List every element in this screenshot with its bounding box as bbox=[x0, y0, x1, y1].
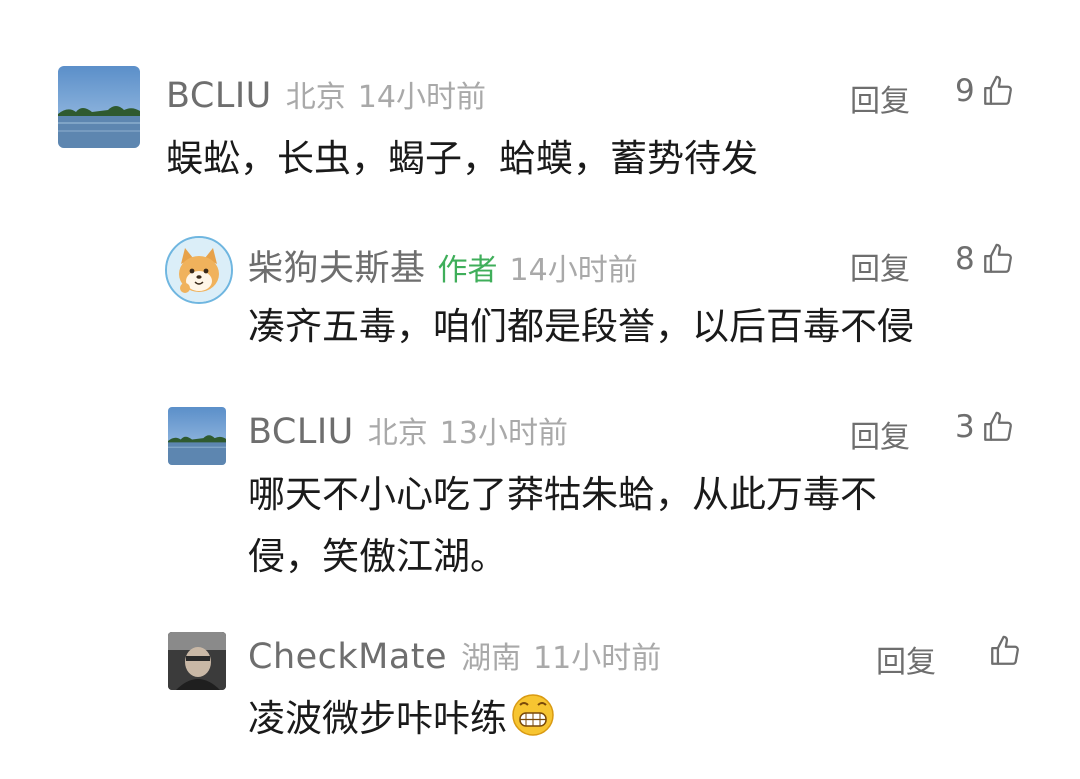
comment-text-line: 侵，笑傲江湖。 bbox=[248, 535, 507, 578]
avatar[interactable] bbox=[165, 236, 233, 304]
username[interactable]: CheckMate bbox=[248, 637, 447, 677]
comment-text-line: 哪天不小心吃了莽牯朱蛤，从此万毒不 bbox=[248, 473, 877, 516]
like-count: 9 bbox=[955, 73, 975, 109]
avatar[interactable] bbox=[168, 632, 226, 690]
like-button[interactable] bbox=[982, 634, 1022, 668]
person-photo-avatar-image bbox=[168, 632, 226, 690]
lake-avatar-image bbox=[58, 66, 140, 148]
grinning-face-emoji bbox=[512, 694, 554, 736]
thumbs-up-icon bbox=[991, 635, 1019, 665]
like-button[interactable]: 9 bbox=[955, 73, 1015, 109]
location: 北京 bbox=[285, 80, 346, 115]
lake-avatar-image bbox=[168, 407, 226, 465]
shiba-dog-avatar-image bbox=[167, 238, 231, 302]
reply-button[interactable]: 回复 bbox=[850, 412, 910, 456]
thumbs-up-icon bbox=[983, 411, 1012, 441]
comment-text: 哪天不小心吃了莽牯朱蛤，从此万毒不 侵，笑傲江湖。 bbox=[248, 464, 877, 588]
location: 北京 bbox=[367, 416, 428, 451]
comment-meta: 柴狗夫斯基 作者 14小时前 bbox=[248, 240, 638, 291]
like-button[interactable]: 8 bbox=[955, 241, 1015, 277]
reply-button[interactable]: 回复 bbox=[850, 244, 910, 288]
timestamp: 14小时前 bbox=[357, 80, 486, 115]
thumbs-up-icon bbox=[983, 75, 1012, 105]
reply-button[interactable]: 回复 bbox=[850, 76, 910, 120]
comment-meta: BCLIU 北京 13小时前 bbox=[248, 408, 568, 452]
timestamp: 11小时前 bbox=[533, 641, 662, 676]
comment-meta: CheckMate 湖南 11小时前 bbox=[248, 633, 661, 677]
like-count: 3 bbox=[955, 409, 975, 445]
comment-meta: BCLIU 北京 14小时前 bbox=[166, 72, 486, 116]
location: 湖南 bbox=[461, 641, 522, 676]
avatar[interactable] bbox=[168, 407, 226, 465]
comment-text: 蜈蚣，长虫，蝎子，蛤蟆，蓄势待发 bbox=[166, 137, 758, 180]
username[interactable]: BCLIU bbox=[248, 412, 354, 452]
reply-button[interactable]: 回复 bbox=[876, 637, 936, 681]
comment-text-body: 凌波微步咔咔练 bbox=[248, 697, 507, 740]
comment-text: 凑齐五毒，咱们都是段誉，以后百毒不侵 bbox=[248, 305, 914, 348]
username[interactable]: BCLIU bbox=[166, 76, 272, 116]
comment-text: 凌波微步咔咔练 bbox=[248, 688, 555, 750]
timestamp: 13小时前 bbox=[439, 416, 568, 451]
author-badge: 作者 bbox=[437, 253, 498, 288]
thumbs-up-icon bbox=[983, 243, 1012, 273]
like-count: 8 bbox=[955, 241, 975, 277]
avatar[interactable] bbox=[58, 66, 140, 148]
like-button[interactable]: 3 bbox=[955, 409, 1015, 445]
timestamp: 14小时前 bbox=[509, 253, 638, 288]
username[interactable]: 柴狗夫斯基 bbox=[248, 240, 426, 291]
